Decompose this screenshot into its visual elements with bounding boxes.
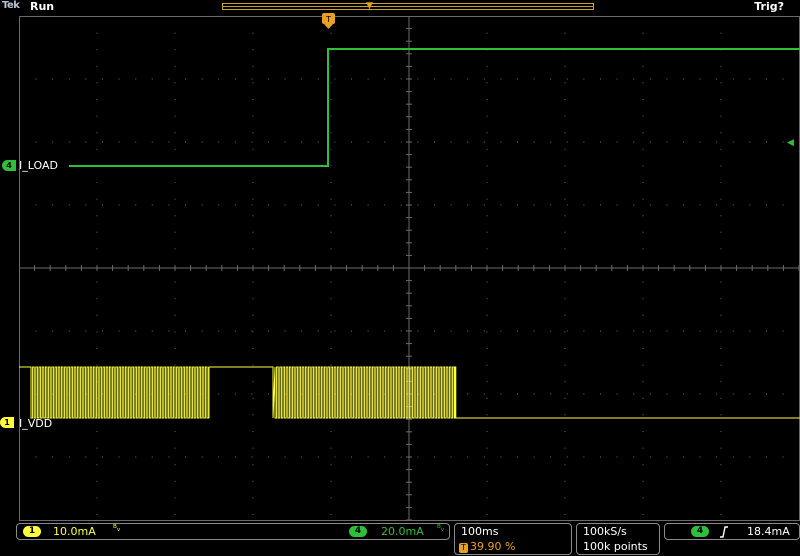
trigger-source-badge: 4	[691, 526, 709, 537]
brand-logo: Tek	[2, 0, 20, 11]
ch4-scale: 20.0mA	[381, 525, 424, 538]
svg-text:T: T	[325, 15, 331, 24]
trigger-status: Trig?	[754, 0, 784, 13]
acquisition-state: Run	[30, 0, 55, 13]
sample-rate: 100kS/s	[583, 525, 627, 538]
ch1-label: I_VDD	[19, 417, 53, 430]
ch1-ground-marker[interactable]: 1	[0, 417, 14, 428]
acquisition-readout[interactable]: 100kS/s 100k points	[576, 523, 660, 555]
vertical-readout[interactable]: 1 10.0mA ᴮᵥ 4 20.0mA ᴮᵥ	[16, 523, 450, 540]
record-position-marker-icon: ▼	[366, 1, 373, 11]
trigger-readout[interactable]: 4 18.4mA	[664, 523, 800, 540]
ch1-scale: 10.0mA	[53, 525, 96, 538]
graticule	[19, 16, 800, 521]
record-length: 100k points	[583, 540, 648, 553]
ch4-badge: 4	[349, 526, 367, 537]
ch1-waveform	[19, 366, 800, 419]
horizontal-readout[interactable]: 100ms T 39.90 %	[454, 523, 572, 555]
ch1-bw-icon: ᴮᵥ	[113, 524, 121, 534]
ch1-trace	[19, 366, 800, 419]
trigger-t-icon: T	[459, 543, 468, 553]
rising-edge-icon	[720, 526, 728, 538]
ch4-waveform	[69, 48, 800, 167]
status-bar: Tek Run ▼ Trig?	[0, 0, 800, 14]
ch4-label: I_LOAD	[19, 159, 58, 172]
readout-bar: 1 10.0mA ᴮᵥ 4 20.0mA ᴮᵥ 100ms T 39.90 % 1…	[0, 522, 800, 556]
ch4-ground-marker[interactable]: 4	[2, 160, 16, 171]
trigger-position-readout: T 39.90 %	[459, 540, 515, 553]
trigger-level-icon[interactable]: ◀	[787, 138, 794, 148]
trigger-position-icon[interactable]: T	[322, 13, 335, 29]
ch4-bw-icon: ᴮᵥ	[437, 524, 445, 534]
trigger-level: 18.4mA	[747, 525, 790, 538]
record-view-bar[interactable]	[222, 3, 594, 10]
gridlines	[19, 16, 800, 521]
time-per-div: 100ms	[461, 525, 499, 538]
ch1-badge: 1	[23, 526, 41, 537]
